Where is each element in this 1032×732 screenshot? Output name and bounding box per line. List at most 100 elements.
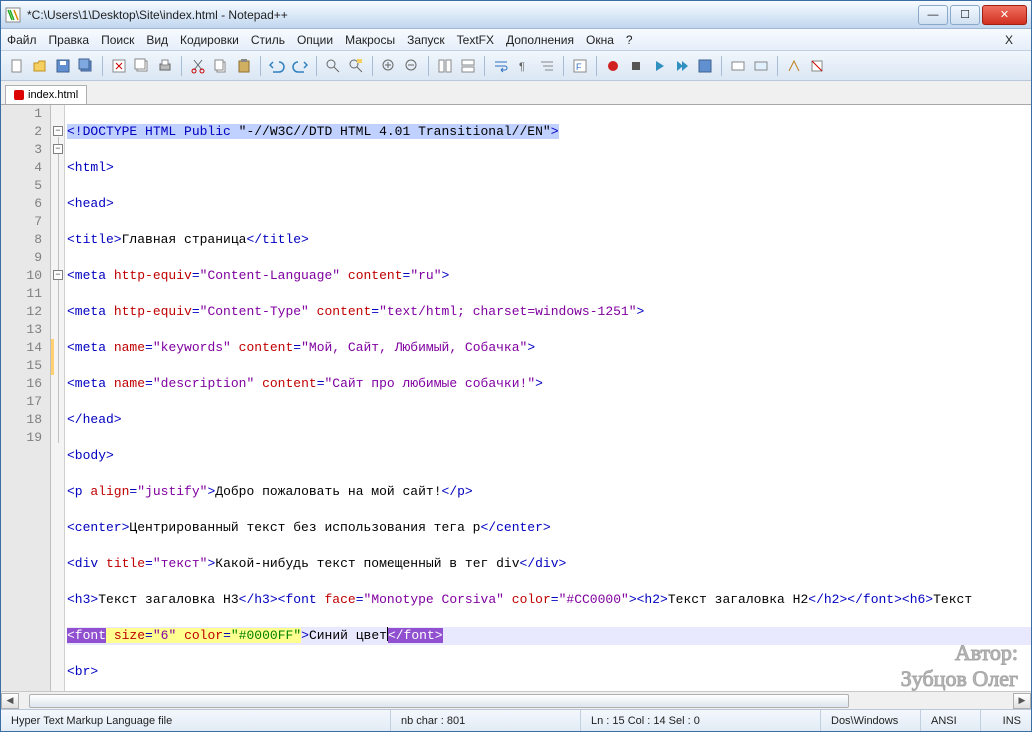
save-icon[interactable] [53,56,73,76]
token: "justify" [137,484,207,499]
menu-file[interactable]: Файл [7,33,37,47]
sync-v-icon[interactable] [435,56,455,76]
token: "keywords" [153,340,231,355]
token: Текст загаловка H2 [668,592,808,607]
toolbar-separator [777,56,778,76]
menu-style[interactable]: Стиль [251,33,285,47]
token: "#0000FF" [231,628,301,643]
toolbar-extra2-icon[interactable] [751,56,771,76]
play-multi-icon[interactable] [672,56,692,76]
menu-search[interactable]: Поиск [101,33,134,47]
fold-toggle-icon[interactable]: − [53,126,63,136]
maximize-button[interactable]: ☐ [950,5,980,25]
toolbar-separator [181,56,182,76]
window: *C:\Users\1\Desktop\Site\index.html - No… [0,0,1032,732]
token: <h6> [902,592,933,607]
token: <center> [67,520,129,535]
token: </title> [246,232,308,247]
save-all-icon[interactable] [76,56,96,76]
menu-macros[interactable]: Макросы [345,33,395,47]
file-tab[interactable]: index.html [5,85,87,104]
sync-h-icon[interactable] [458,56,478,76]
menu-windows[interactable]: Окна [586,33,614,47]
paste-icon[interactable] [234,56,254,76]
minimize-button[interactable]: — [918,5,948,25]
indent-guide-icon[interactable] [537,56,557,76]
token: content [348,268,403,283]
token: content [262,376,317,391]
replace-icon[interactable] [346,56,366,76]
line-number-gutter: 12345678910111213141516171819 [1,105,51,691]
token: > [637,304,645,319]
token: http-equiv [114,268,192,283]
menu-encodings[interactable]: Кодировки [180,33,239,47]
status-encoding: ANSI [921,710,981,731]
close-button[interactable]: ✕ [982,5,1027,25]
stop-macro-icon[interactable] [626,56,646,76]
close-all-icon[interactable] [132,56,152,76]
new-file-icon[interactable] [7,56,27,76]
copy-icon[interactable] [211,56,231,76]
zoom-out-icon[interactable] [402,56,422,76]
token: "description" [153,376,254,391]
editor-area[interactable]: 12345678910111213141516171819 − − − <!DO… [1,105,1031,691]
token: <h2> [637,592,668,607]
record-macro-icon[interactable] [603,56,623,76]
menu-view[interactable]: Вид [146,33,168,47]
fold-toggle-icon[interactable]: − [53,144,63,154]
token: "Мой, Сайт, Любимый, Собачка" [301,340,527,355]
scroll-left-icon[interactable]: ◀ [1,693,19,709]
fold-toggle-icon[interactable]: − [53,270,63,280]
open-file-icon[interactable] [30,56,50,76]
token: Какой-нибудь текст помещенный в тег div [215,556,519,571]
menu-plugins[interactable]: Дополнения [506,33,574,47]
toolbar-separator [721,56,722,76]
play-macro-icon[interactable] [649,56,669,76]
token: Добро пожаловать на мой сайт! [215,484,441,499]
horizontal-scrollbar[interactable]: ◀ ▶ [1,691,1031,709]
undo-icon[interactable] [267,56,287,76]
menubar: Файл Правка Поиск Вид Кодировки Стиль Оп… [1,29,1031,51]
lang-icon[interactable]: F [570,56,590,76]
print-icon[interactable] [155,56,175,76]
save-macro-icon[interactable] [695,56,715,76]
show-all-chars-icon[interactable]: ¶ [514,56,534,76]
token: > [629,592,637,607]
token: color [184,628,223,643]
cut-icon[interactable] [188,56,208,76]
toolbar-extra4-icon[interactable] [807,56,827,76]
redo-icon[interactable] [290,56,310,76]
token: <head> [67,196,114,211]
token: color [512,592,551,607]
menu-edit[interactable]: Правка [49,33,90,47]
code-content[interactable]: <!DOCTYPE HTML Public "-//W3C//DTD HTML … [65,105,1031,691]
token [106,628,114,643]
menu-run[interactable]: Запуск [407,33,445,47]
scroll-thumb[interactable] [29,694,849,708]
token: content [317,304,372,319]
wordwrap-icon[interactable] [491,56,511,76]
toolbar-extra-icon[interactable] [728,56,748,76]
app-icon [5,7,21,23]
menu-textfx[interactable]: TextFX [457,33,494,47]
scroll-right-icon[interactable]: ▶ [1013,693,1031,709]
scroll-track[interactable] [19,693,1013,709]
file-tab-label: index.html [28,89,78,101]
menu-help[interactable]: ? [626,33,633,47]
token: </font> [847,592,902,607]
zoom-in-icon[interactable] [379,56,399,76]
token: <font [67,628,106,643]
fold-column[interactable]: − − − [51,105,65,691]
token: "ru" [410,268,441,283]
titlebar[interactable]: *C:\Users\1\Desktop\Site\index.html - No… [1,1,1031,29]
status-chars: nb char : 801 [391,710,581,731]
close-doc-button[interactable]: X [1005,33,1013,47]
window-controls: — ☐ ✕ [916,5,1027,25]
close-file-icon[interactable] [109,56,129,76]
menu-options[interactable]: Опции [297,33,333,47]
token: Главная страница [122,232,247,247]
toolbar-extra3-icon[interactable] [784,56,804,76]
find-icon[interactable] [323,56,343,76]
toolbar-separator [484,56,485,76]
token: Текст загаловка H3 [98,592,238,607]
